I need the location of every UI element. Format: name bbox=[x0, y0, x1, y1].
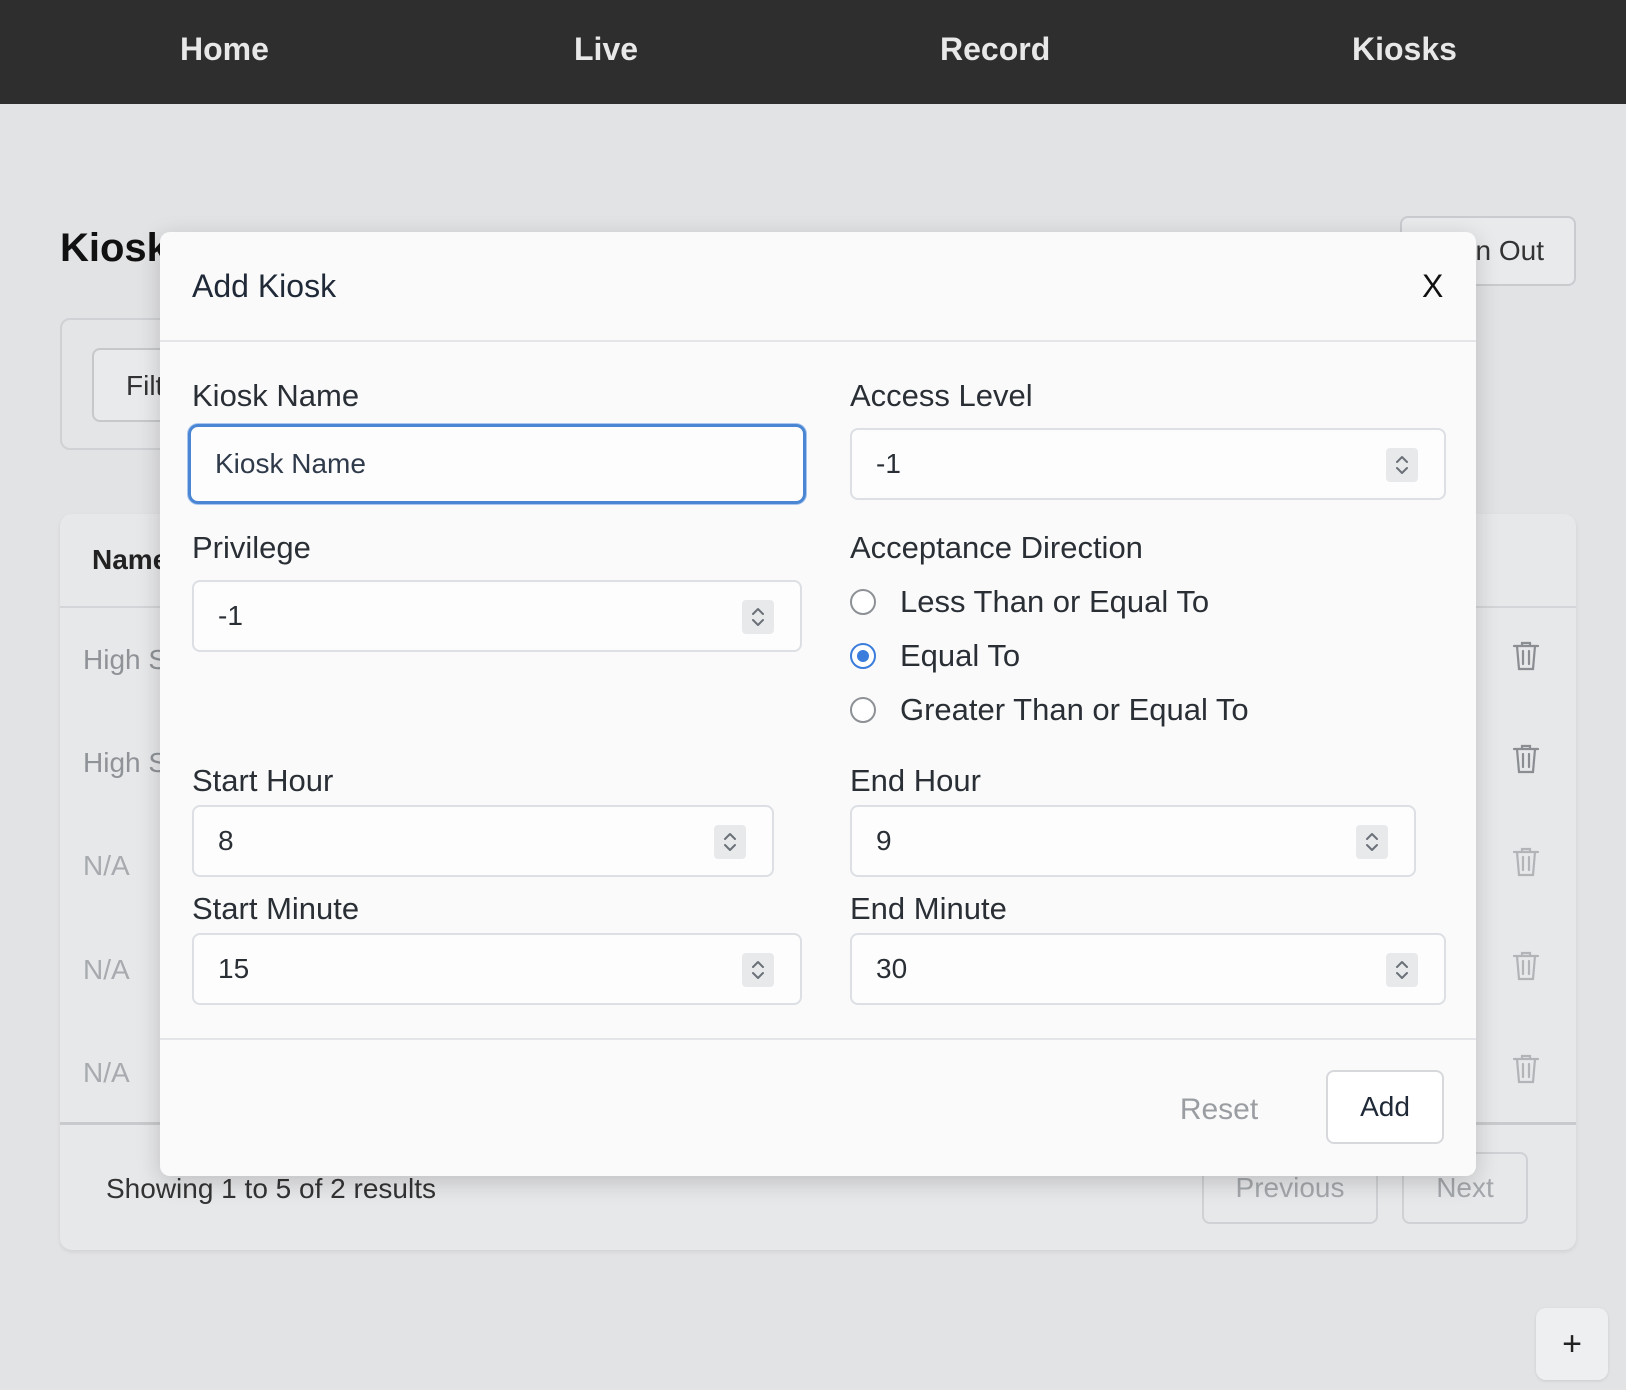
table-row-name: High S bbox=[83, 644, 168, 675]
privilege-stepper[interactable] bbox=[742, 600, 774, 634]
privilege-label: Privilege bbox=[192, 530, 311, 565]
end-hour-stepper[interactable] bbox=[1356, 825, 1388, 859]
modal-header: Add Kiosk X bbox=[160, 232, 1476, 342]
start-hour-stepper[interactable] bbox=[714, 825, 746, 859]
radio-button[interactable] bbox=[850, 697, 876, 723]
modal-title: Add Kiosk bbox=[192, 268, 337, 304]
radio-button[interactable] bbox=[850, 589, 876, 615]
modal-footer-divider bbox=[160, 1038, 1476, 1040]
access-level-field bbox=[850, 428, 1446, 500]
page-title: Kiosk bbox=[60, 226, 169, 270]
stepper-chevrons-icon bbox=[1396, 456, 1408, 474]
table-row-name: High S bbox=[83, 747, 168, 778]
pagination-summary: Showing 1 to 5 of 2 results bbox=[106, 1173, 436, 1204]
start-hour-field bbox=[192, 805, 774, 877]
table-header-name: Name bbox=[92, 544, 169, 575]
radio-label: Equal To bbox=[900, 638, 1021, 673]
start-hour-label: Start Hour bbox=[192, 763, 334, 798]
trash-icon[interactable] bbox=[1512, 743, 1540, 775]
table-row-name: N/A bbox=[83, 850, 130, 881]
end-minute-label: End Minute bbox=[850, 891, 1007, 926]
privilege-field bbox=[192, 580, 802, 652]
access-level-input[interactable] bbox=[876, 430, 1378, 498]
top-nav: Home Live Record Kiosks bbox=[0, 0, 1626, 104]
privilege-input[interactable] bbox=[218, 582, 734, 650]
table-row-name: N/A bbox=[83, 1057, 130, 1088]
nav-record[interactable]: Record bbox=[940, 31, 1050, 68]
end-hour-input[interactable] bbox=[876, 807, 1348, 875]
add-button[interactable]: Add bbox=[1326, 1070, 1444, 1144]
end-minute-field bbox=[850, 933, 1446, 1005]
radio-label: Less Than or Equal To bbox=[900, 584, 1210, 619]
end-hour-field bbox=[850, 805, 1416, 877]
end-hour-label: End Hour bbox=[850, 763, 981, 798]
start-minute-field bbox=[192, 933, 802, 1005]
nav-home[interactable]: Home bbox=[180, 31, 269, 68]
end-minute-input[interactable] bbox=[876, 935, 1378, 1003]
stepper-chevrons-icon bbox=[752, 608, 764, 626]
stepper-chevrons-icon bbox=[1396, 961, 1408, 979]
add-kiosk-modal: Add Kiosk X Kiosk Name Access Level Priv… bbox=[160, 232, 1476, 1176]
radio-greater-than-or-equal[interactable]: Greater Than or Equal To bbox=[850, 692, 1249, 728]
stepper-chevrons-icon bbox=[724, 833, 736, 851]
start-minute-label: Start Minute bbox=[192, 891, 360, 926]
trash-icon[interactable] bbox=[1512, 950, 1540, 982]
close-button[interactable]: X bbox=[1422, 268, 1443, 305]
trash-icon[interactable] bbox=[1512, 846, 1540, 878]
kiosk-name-field bbox=[188, 424, 806, 504]
start-minute-input[interactable] bbox=[218, 935, 734, 1003]
access-level-label: Access Level bbox=[850, 378, 1033, 413]
radio-button-checked[interactable] bbox=[850, 643, 876, 669]
radio-equal-to[interactable]: Equal To bbox=[850, 638, 1020, 674]
add-kiosk-fab-button[interactable]: + bbox=[1536, 1308, 1608, 1380]
acceptance-direction-label: Acceptance Direction bbox=[850, 530, 1143, 565]
nav-kiosks[interactable]: Kiosks bbox=[1352, 31, 1457, 68]
kiosk-name-input[interactable] bbox=[215, 427, 737, 501]
trash-icon[interactable] bbox=[1512, 1053, 1540, 1085]
access-level-stepper[interactable] bbox=[1386, 448, 1418, 482]
reset-button[interactable]: Reset bbox=[1164, 1074, 1274, 1146]
kiosk-name-label: Kiosk Name bbox=[192, 378, 360, 413]
end-minute-stepper[interactable] bbox=[1386, 953, 1418, 987]
radio-less-than-or-equal[interactable]: Less Than or Equal To bbox=[850, 584, 1209, 620]
radio-label: Greater Than or Equal To bbox=[900, 692, 1249, 727]
start-minute-stepper[interactable] bbox=[742, 953, 774, 987]
stepper-chevrons-icon bbox=[752, 961, 764, 979]
start-hour-input[interactable] bbox=[218, 807, 706, 875]
table-row-name: N/A bbox=[83, 954, 130, 985]
nav-live[interactable]: Live bbox=[574, 31, 638, 68]
trash-icon[interactable] bbox=[1512, 640, 1540, 672]
stepper-chevrons-icon bbox=[1366, 833, 1378, 851]
